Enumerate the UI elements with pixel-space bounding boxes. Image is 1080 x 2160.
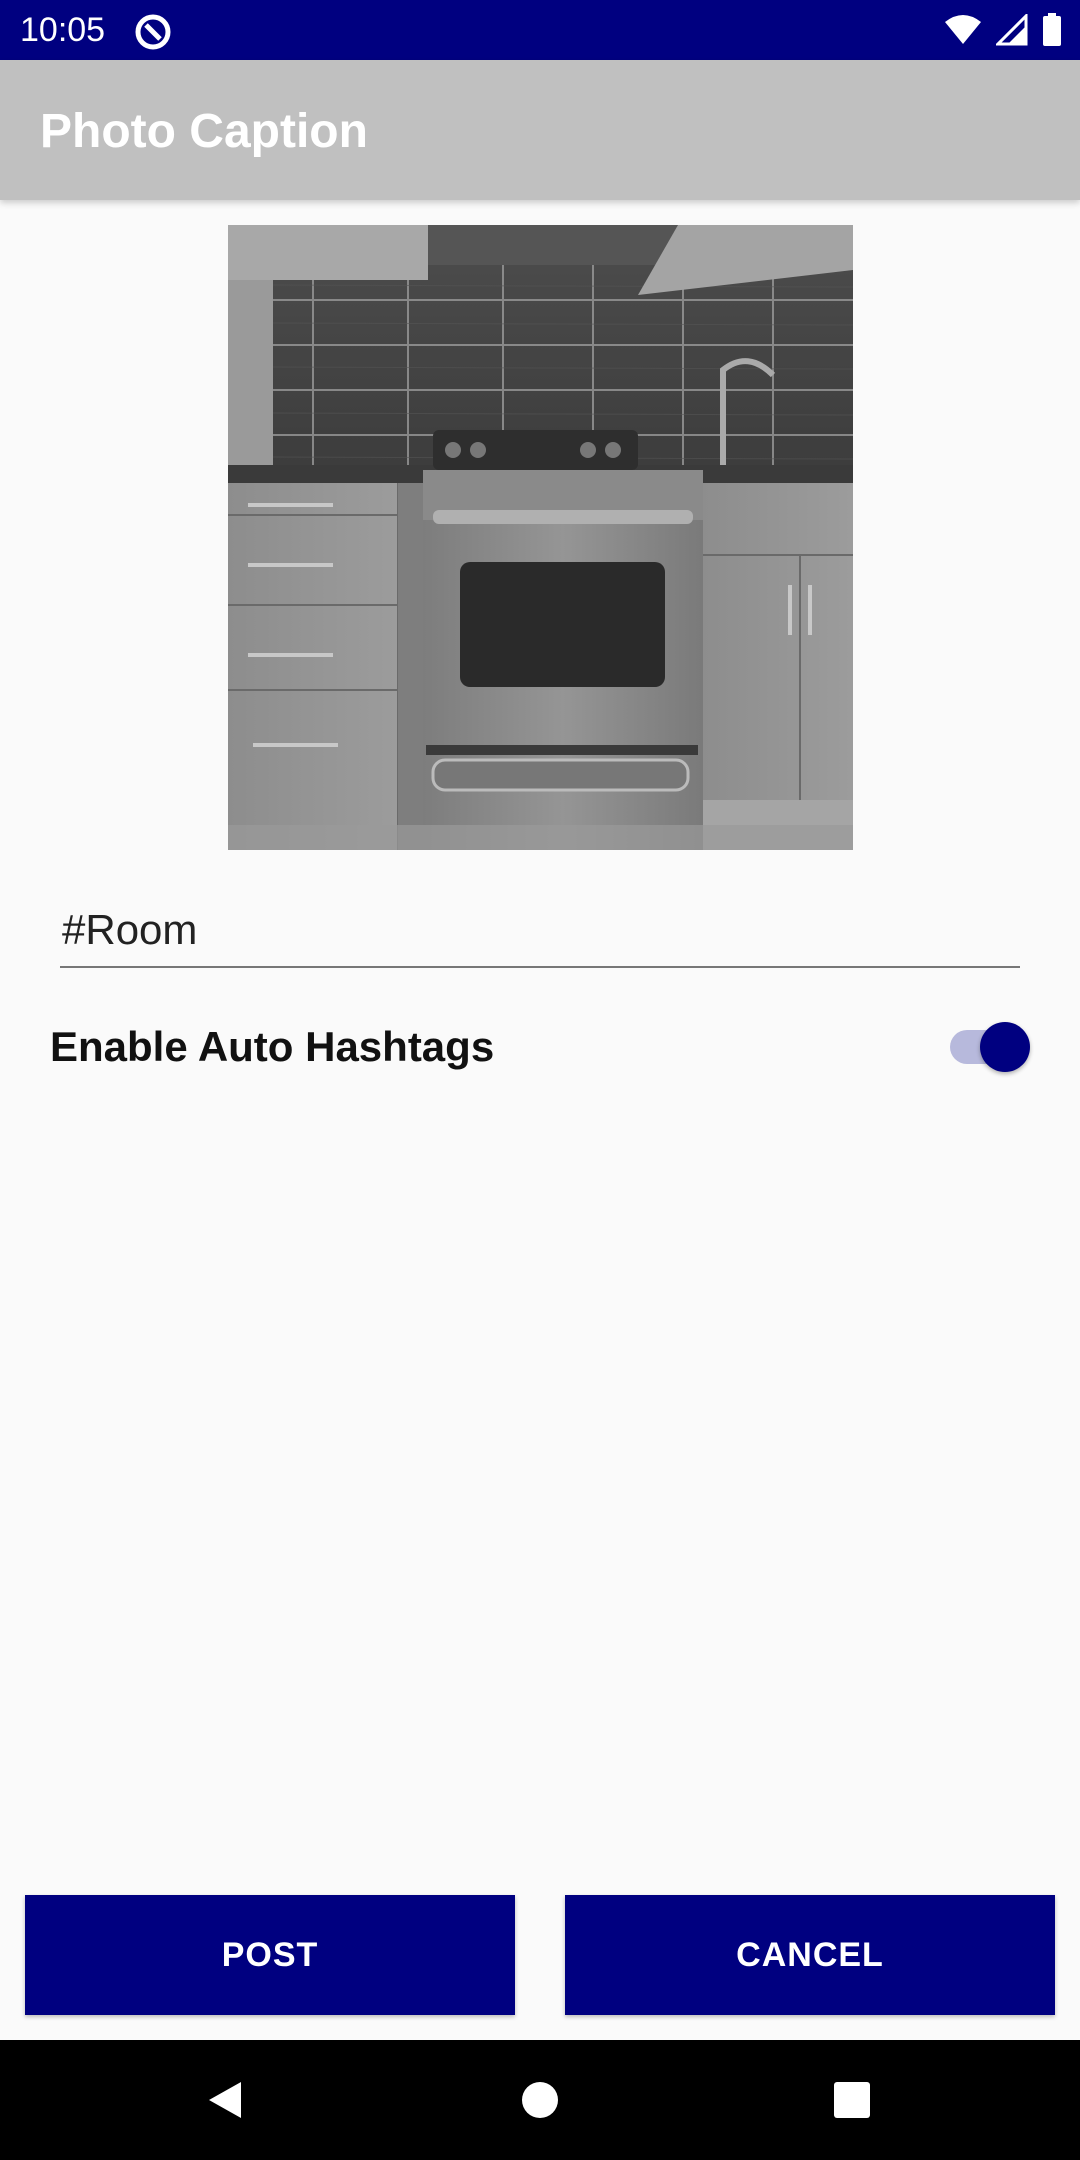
app-notification-icon [135, 14, 171, 50]
cancel-button[interactable]: CANCEL [565, 1895, 1055, 2015]
auto-hashtags-switch[interactable] [940, 1022, 1030, 1072]
post-button[interactable]: POST [25, 1895, 515, 2015]
app-bar: Photo Caption [0, 60, 1080, 200]
status-time: 10:05 [20, 11, 106, 49]
navigation-bar [0, 2040, 1080, 2160]
home-icon[interactable] [510, 2070, 570, 2130]
switch-thumb [980, 1022, 1030, 1072]
signal-icon [996, 14, 1028, 46]
caption-input[interactable]: #Room [60, 900, 1020, 968]
status-icons [944, 10, 1062, 50]
battery-icon [1043, 13, 1061, 46]
auto-hashtags-label: Enable Auto Hashtags [50, 1023, 495, 1070]
back-icon[interactable] [195, 2070, 255, 2130]
status-bar: 10:05 [0, 0, 1080, 60]
recents-icon[interactable] [822, 2070, 882, 2130]
wifi-icon [945, 15, 981, 44]
photo-preview [228, 225, 853, 850]
screen: 10:05 Photo Caption #Room Enable Auto Ha… [0, 0, 1080, 2160]
app-title: Photo Caption [40, 105, 368, 158]
auto-hashtags-row[interactable]: Enable Auto Hashtags [50, 1010, 1030, 1084]
